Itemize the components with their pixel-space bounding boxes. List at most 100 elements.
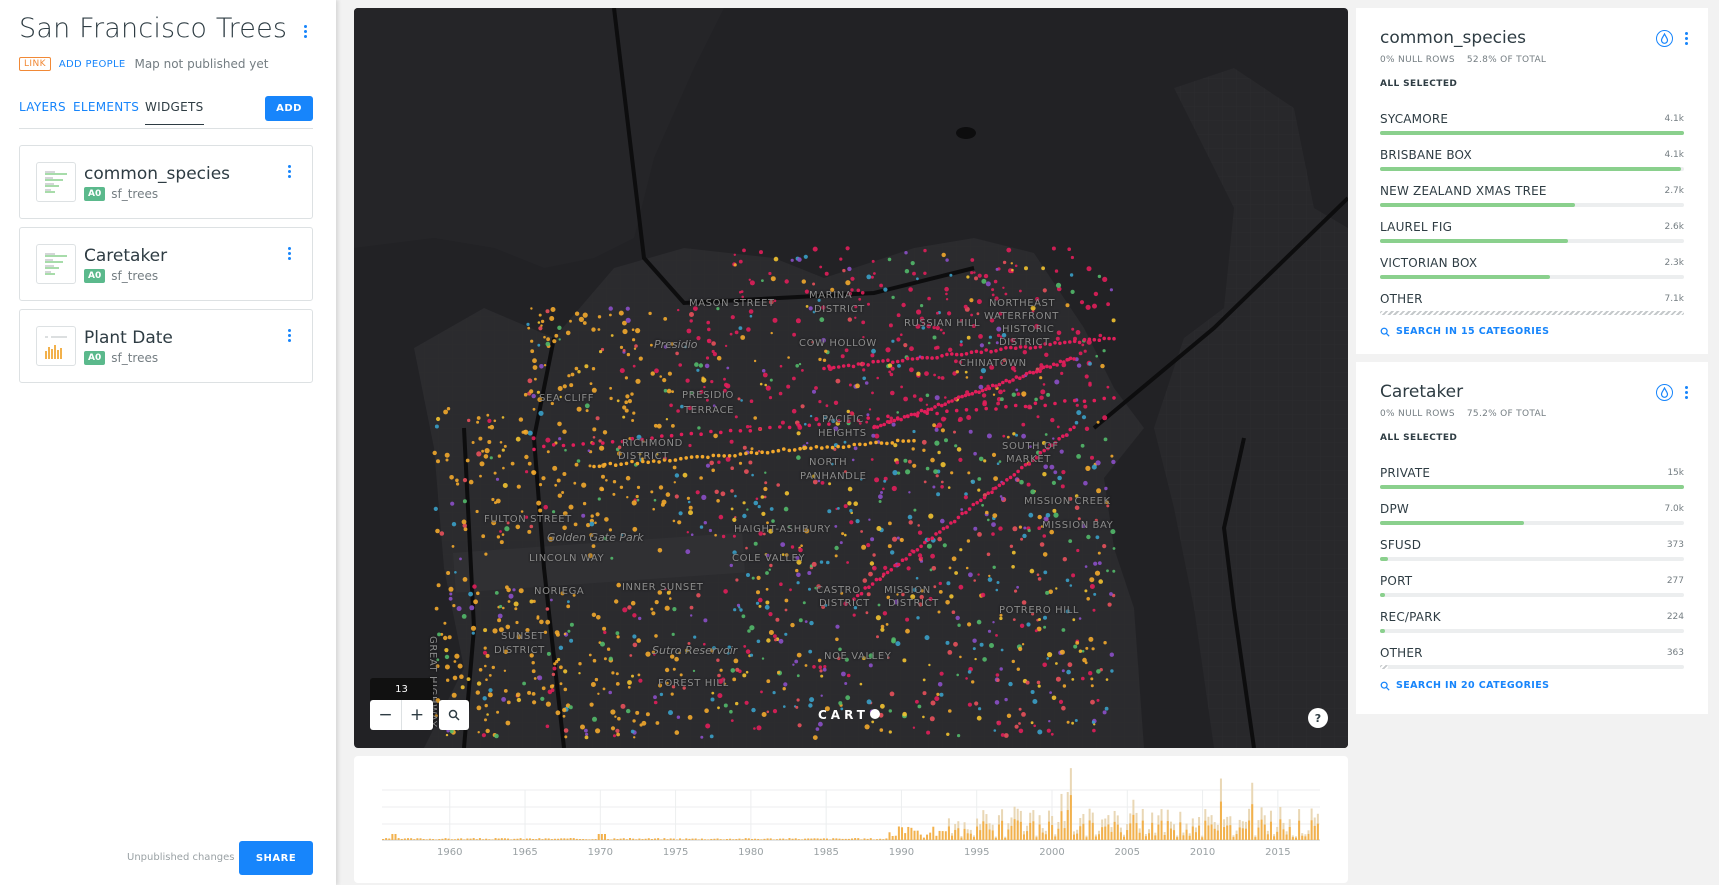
histogram-bar[interactable] [1216,830,1219,840]
histogram-bar[interactable] [1079,826,1082,840]
histogram-bar[interactable] [1288,827,1291,840]
histogram-bar[interactable] [394,834,397,840]
histogram-bar[interactable] [503,838,506,840]
histogram-bar[interactable] [666,839,669,840]
histogram-bar[interactable] [538,838,541,840]
histogram-bar[interactable] [460,838,463,840]
histogram-bar[interactable] [1285,834,1288,840]
widget-card-caretaker[interactable]: Caretaker A0 sf_trees [19,227,313,301]
histogram-bar[interactable] [419,838,422,840]
histogram-bar[interactable] [932,826,935,840]
histogram-bar[interactable] [650,839,653,840]
histogram-bar[interactable] [907,826,910,840]
histogram-bar[interactable] [1141,820,1144,840]
histogram-bar[interactable] [869,838,872,840]
histogram-bar[interactable] [388,838,391,840]
histogram-bar[interactable] [922,837,925,840]
histogram-bar[interactable] [457,838,460,840]
histogram-bar[interactable] [1035,837,1038,840]
histogram-bar[interactable] [1310,820,1313,840]
histogram-bar[interactable] [835,838,838,840]
tab-layers[interactable]: LAYERS [19,100,66,124]
histogram-bar[interactable] [422,839,425,840]
histogram-bar[interactable] [769,838,772,840]
widget-options-icon[interactable] [283,326,295,344]
histogram-bar[interactable] [760,839,763,840]
histogram-bar[interactable] [1269,821,1272,840]
histogram-bar[interactable] [1223,827,1226,840]
histogram-bar[interactable] [625,839,628,840]
category-row[interactable]: REC/PARK 224 [1380,609,1684,645]
histogram-bar[interactable] [1110,831,1113,840]
histogram-bar[interactable] [719,839,722,840]
histogram-bar[interactable] [482,839,485,840]
histogram-bar[interactable] [916,830,919,840]
histogram-bar[interactable] [1273,836,1276,840]
histogram-bar[interactable] [882,839,885,840]
histogram-bar[interactable] [447,838,450,840]
histogram-bar[interactable] [494,838,497,840]
histogram-bar[interactable] [1179,822,1182,840]
histogram-bar[interactable] [725,839,728,840]
histogram-bar[interactable] [488,839,491,840]
histogram-bar[interactable] [897,826,900,840]
histogram-bar[interactable] [763,838,766,840]
histogram-bar[interactable] [1076,833,1079,840]
histogram-bar[interactable] [672,838,675,840]
category-row[interactable]: SYCAMORE 4.1k [1380,111,1684,147]
histogram-bar[interactable] [894,835,897,840]
histogram-bar[interactable] [1201,837,1204,840]
histogram-bar[interactable] [1266,834,1269,840]
histogram-bar[interactable] [1013,819,1016,840]
histogram-bar[interactable] [913,830,916,840]
histogram-bar[interactable] [532,839,535,840]
histogram-bar[interactable] [994,837,997,840]
category-row[interactable]: PRIVATE 15k [1380,465,1684,501]
histogram-bar[interactable] [679,838,682,840]
histogram-bar[interactable] [1022,834,1025,840]
histogram-bar[interactable] [825,838,828,840]
histogram-bar[interactable] [588,839,591,840]
histogram-bar[interactable] [1001,820,1004,840]
widget-card-common-species[interactable]: common_species A0 sf_trees [19,145,313,219]
histogram-bar[interactable] [1135,823,1138,840]
histogram-bar[interactable] [1038,824,1041,840]
histogram-bar[interactable] [1132,814,1135,840]
histogram-bar[interactable] [1279,819,1282,840]
histogram-bar[interactable] [1169,828,1172,840]
histogram-bar[interactable] [475,839,478,840]
histogram-bar[interactable] [979,830,982,840]
histogram-bar[interactable] [982,821,985,840]
histogram-bar[interactable] [1113,821,1116,840]
histogram-bar[interactable] [851,838,853,840]
histogram-bar[interactable] [485,838,488,840]
widget-options-icon[interactable] [283,162,295,180]
histogram-bar[interactable] [1176,837,1179,840]
histogram-bar[interactable] [744,838,747,840]
histogram-bar[interactable] [797,839,800,840]
histogram-bar[interactable] [1226,825,1229,840]
histogram-bar[interactable] [553,838,556,840]
map-search-button[interactable] [439,700,469,730]
histogram-bar[interactable] [757,838,760,840]
category-row[interactable]: SFUSD 373 [1380,537,1684,573]
histogram-bar[interactable] [1163,834,1166,840]
histogram-bar[interactable] [929,832,932,840]
histogram-bar[interactable] [1207,825,1210,840]
histogram-bar[interactable] [635,839,638,840]
histogram-bar[interactable] [1248,820,1251,840]
histogram-bar[interactable] [1126,830,1129,840]
histogram-bar[interactable] [1294,837,1297,840]
zoom-in-button[interactable]: + [401,700,432,730]
histogram-bar[interactable] [1007,829,1010,840]
category-row[interactable]: DPW 7.0k [1380,501,1684,537]
histogram-bar[interactable] [428,838,431,840]
histogram-bar[interactable] [1057,828,1060,840]
histogram-bar[interactable] [1282,829,1285,840]
histogram-bar[interactable] [947,826,950,840]
histogram-bar[interactable] [491,839,494,840]
histogram-bar[interactable] [741,839,744,840]
histogram-bar[interactable] [935,835,938,840]
histogram-bar[interactable] [1316,823,1319,840]
histogram-bar[interactable] [747,838,750,840]
